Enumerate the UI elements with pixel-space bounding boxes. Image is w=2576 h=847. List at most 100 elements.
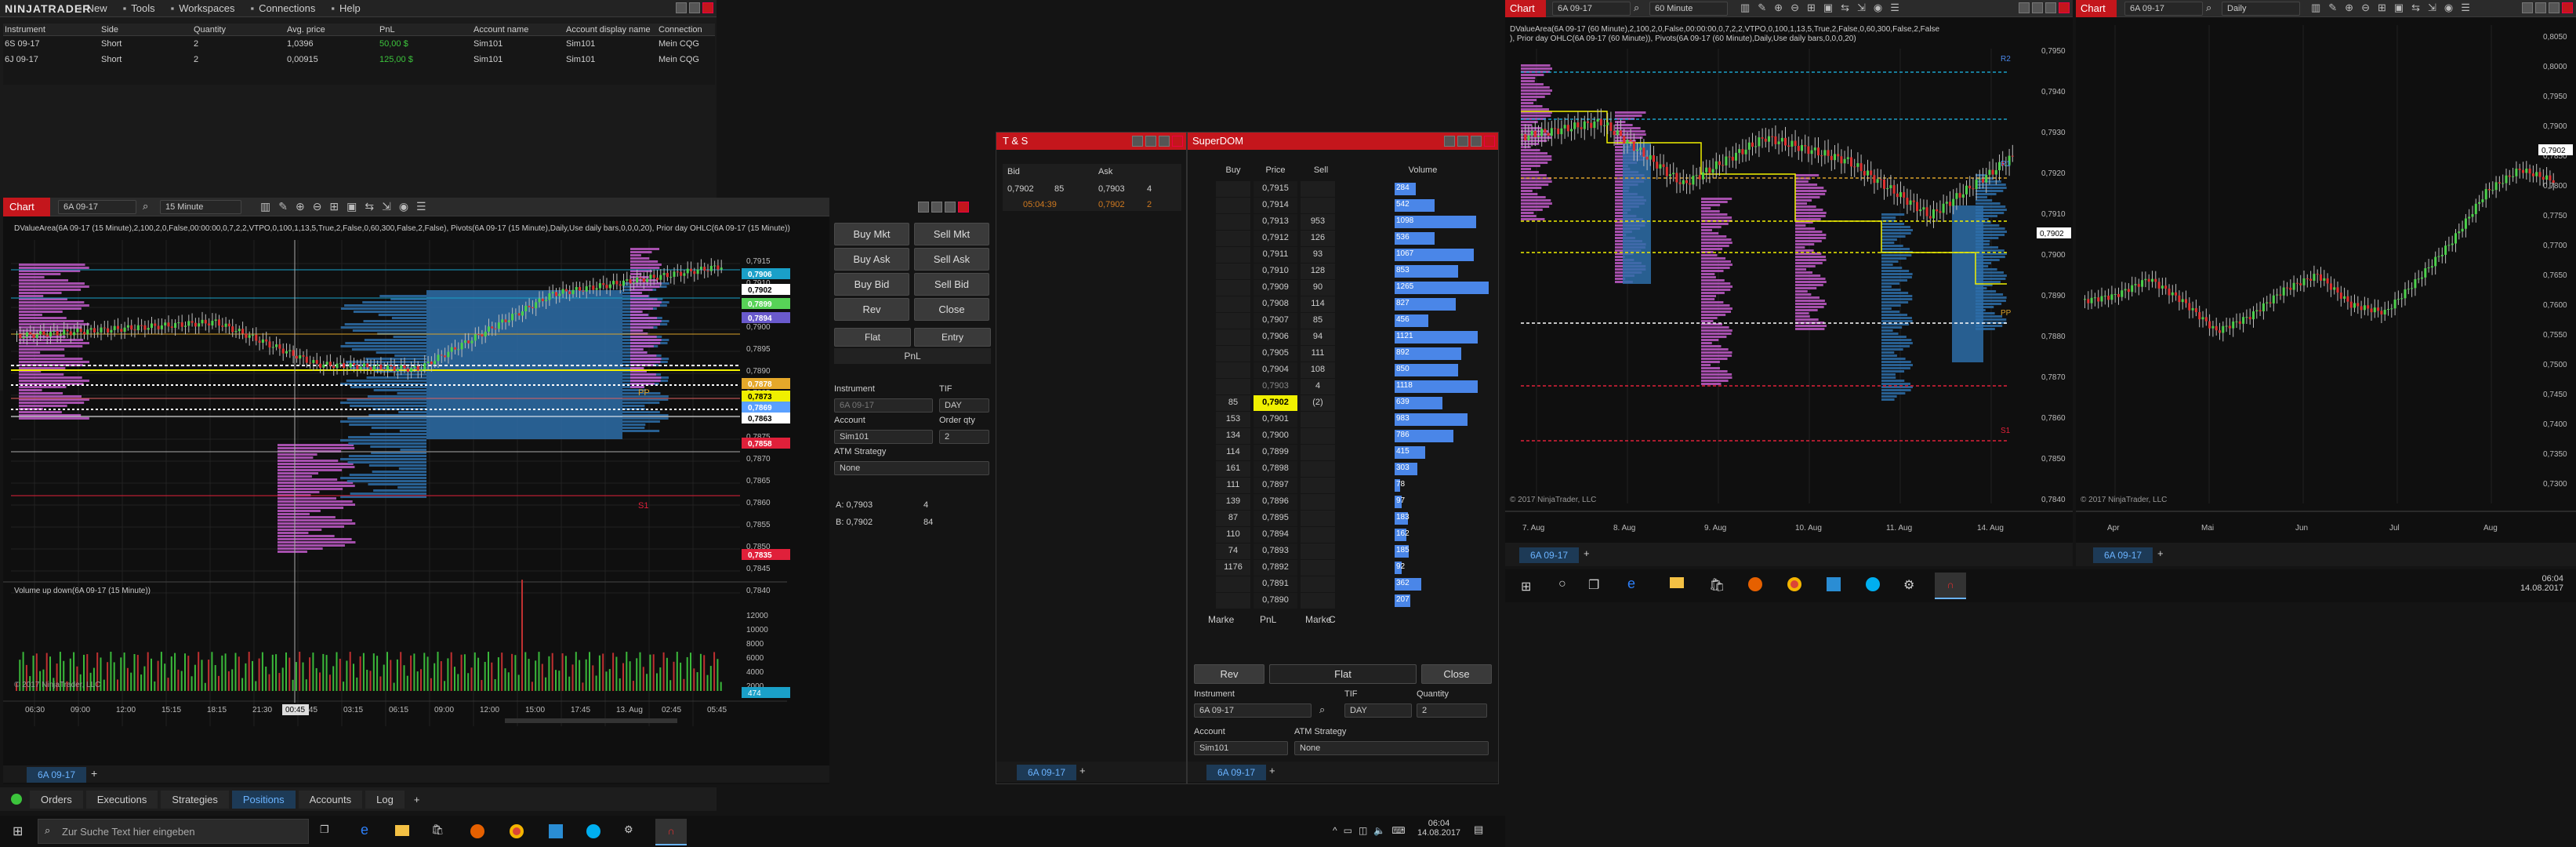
account-select[interactable]: Sim101 (834, 430, 933, 444)
tab-orders[interactable]: Orders (30, 791, 83, 809)
dom-row[interactable]: 0,7890 207 (1188, 593, 1498, 609)
flat-button[interactable]: Flat (1269, 664, 1417, 684)
explorer-icon[interactable] (395, 825, 409, 836)
dom-row[interactable]: 153 0,7901 983 (1188, 412, 1498, 427)
windows-start-icon[interactable]: ⊞ (1521, 579, 1531, 594)
dom-buy-cell[interactable] (1216, 593, 1250, 609)
entry-button[interactable]: Entry (914, 328, 991, 347)
add-tab-icon[interactable]: + (1584, 547, 1590, 559)
interval-selector[interactable]: 60 Minute (1649, 2, 1728, 16)
dom-row[interactable]: 0,7891 362 (1188, 576, 1498, 592)
window-controls[interactable] (916, 202, 969, 215)
tab-log[interactable]: Log (365, 791, 405, 809)
tab-6a-09-17[interactable]: 6A 09-17 (27, 767, 87, 783)
dom-sell-cell[interactable]: 93 (1301, 247, 1335, 263)
dom-sell-cell[interactable] (1301, 576, 1335, 592)
dom-footer-cell[interactable]: Marke (1208, 614, 1234, 625)
interval-selector[interactable]: Daily (2222, 2, 2300, 16)
dom-buy-cell[interactable] (1216, 313, 1250, 329)
dom-sell-cell[interactable] (1301, 478, 1335, 493)
firefox-icon[interactable] (470, 824, 484, 838)
chart-15min-canvas[interactable]: DValueArea(6A 09-17 (15 Minute),2,100,2,… (3, 216, 829, 765)
dom-row[interactable]: 0,7908 114 827 (1188, 296, 1498, 312)
tab-strategies[interactable]: Strategies (161, 791, 229, 809)
ninjatrader-taskbar-icon[interactable]: ∩ (1935, 573, 1966, 599)
dom-row[interactable]: 1176 0,7892 92 (1188, 560, 1498, 576)
dom-sell-cell[interactable]: 126 (1301, 231, 1335, 246)
dom-row[interactable]: 0,7907 85 456 (1188, 313, 1498, 329)
dom-buy-cell[interactable] (1216, 329, 1250, 345)
app-icon[interactable] (1827, 577, 1841, 591)
add-tab-icon[interactable]: + (1269, 765, 1275, 776)
dom-sell-cell[interactable] (1301, 461, 1335, 477)
firefox-icon[interactable] (1748, 577, 1762, 591)
dom-row[interactable]: 0,7906 94 1121 (1188, 329, 1498, 345)
dom-sell-cell[interactable]: 4 (1301, 379, 1335, 394)
skype-icon[interactable] (586, 824, 600, 838)
dom-row[interactable]: 0,7909 90 1265 (1188, 280, 1498, 296)
dom-sell-cell[interactable]: 114 (1301, 296, 1335, 312)
column-header[interactable]: Account display name (566, 25, 651, 35)
dom-buy-cell[interactable]: 74 (1216, 543, 1250, 559)
atm-select[interactable]: None (834, 461, 989, 475)
dom-sell-cell[interactable] (1301, 511, 1335, 526)
dom-buy-cell[interactable] (1216, 576, 1250, 592)
dom-buy-cell[interactable]: 87 (1216, 511, 1250, 526)
chrome-icon[interactable] (1787, 577, 1801, 591)
buy-mkt-button[interactable]: Buy Mkt (834, 223, 909, 245)
flat-button[interactable]: Flat (834, 328, 911, 347)
edge-icon[interactable]: e (1627, 576, 1635, 592)
instrument-select[interactable]: 6A 09-17 (1194, 703, 1312, 718)
buy-bid-button[interactable]: Buy Bid (834, 273, 909, 296)
order-qty-stepper[interactable]: 2 (939, 430, 989, 444)
notifications-icon[interactable]: ▤ (1474, 823, 1483, 836)
dom-row[interactable]: 74 0,7893 185 (1188, 543, 1498, 559)
explorer-icon[interactable] (1670, 577, 1684, 588)
dom-buy-cell[interactable]: 161 (1216, 461, 1250, 477)
window-controls[interactable] (1130, 136, 1183, 149)
column-header[interactable]: Side (101, 25, 118, 35)
dom-buy-cell[interactable] (1216, 346, 1250, 362)
interval-selector[interactable]: 15 Minute (160, 200, 241, 214)
dom-row[interactable]: 85 0,7902 (2) 639 (1188, 395, 1498, 411)
column-header[interactable]: Connection (659, 25, 702, 35)
tab-6a-09-17[interactable]: 6A 09-17 (1017, 765, 1077, 780)
menu-workspaces[interactable]: ▪ Workspaces (171, 2, 235, 14)
dom-row[interactable]: 0,7910 128 853 (1188, 264, 1498, 279)
dom-buy-cell[interactable]: 139 (1216, 494, 1250, 510)
dom-buy-cell[interactable] (1216, 231, 1250, 246)
dom-row[interactable]: 0,7914 542 (1188, 198, 1498, 213)
column-header[interactable]: Account name (473, 25, 528, 35)
column-header[interactable]: PnL (379, 25, 395, 35)
dom-row[interactable]: 161 0,7898 303 (1188, 461, 1498, 477)
dom-buy-cell[interactable] (1216, 379, 1250, 394)
dom-buy-cell[interactable] (1216, 247, 1250, 263)
sell-mkt-button[interactable]: Sell Mkt (914, 223, 989, 245)
chart-tools[interactable]: ▥✎⊕⊖⊞▣⇆⇲◉☰ (260, 200, 434, 213)
ninjatrader-taskbar-icon[interactable]: ∩ (655, 819, 687, 845)
dom-sell-cell[interactable] (1301, 412, 1335, 427)
dom-sell-cell[interactable]: 108 (1301, 362, 1335, 378)
dom-buy-cell[interactable]: 114 (1216, 445, 1250, 460)
tab-6a-09-17[interactable]: 6A 09-17 (1206, 765, 1267, 780)
window-controls[interactable] (1442, 136, 1495, 149)
rev-button[interactable]: Rev (1194, 664, 1264, 684)
store-icon[interactable]: 🛍 (431, 823, 444, 836)
dom-footer-cell[interactable]: Marke (1305, 614, 1331, 625)
sell-bid-button[interactable]: Sell Bid (914, 273, 989, 296)
chart-60min-canvas[interactable]: DValueArea(6A 09-17 (60 Minute),2,100,2,… (1505, 17, 2073, 543)
menu-help[interactable]: ▪ Help (331, 2, 360, 14)
window-controls[interactable] (2520, 2, 2573, 16)
dom-row[interactable]: 0,7915 284 (1188, 181, 1498, 197)
dom-sell-cell[interactable] (1301, 593, 1335, 609)
dom-buy-cell[interactable]: 111 (1216, 478, 1250, 493)
app-icon[interactable]: ⚙ (624, 823, 633, 836)
dom-row[interactable]: 87 0,7895 183 (1188, 511, 1498, 526)
tif-select[interactable]: DAY (1344, 703, 1412, 718)
dom-sell-cell[interactable] (1301, 445, 1335, 460)
dom-sell-cell[interactable] (1301, 560, 1335, 576)
dom-row[interactable]: 0,7911 93 1067 (1188, 247, 1498, 263)
dom-sell-cell[interactable]: 953 (1301, 214, 1335, 230)
dom-buy-cell[interactable]: 134 (1216, 428, 1250, 444)
add-tab-icon[interactable]: + (91, 767, 97, 780)
